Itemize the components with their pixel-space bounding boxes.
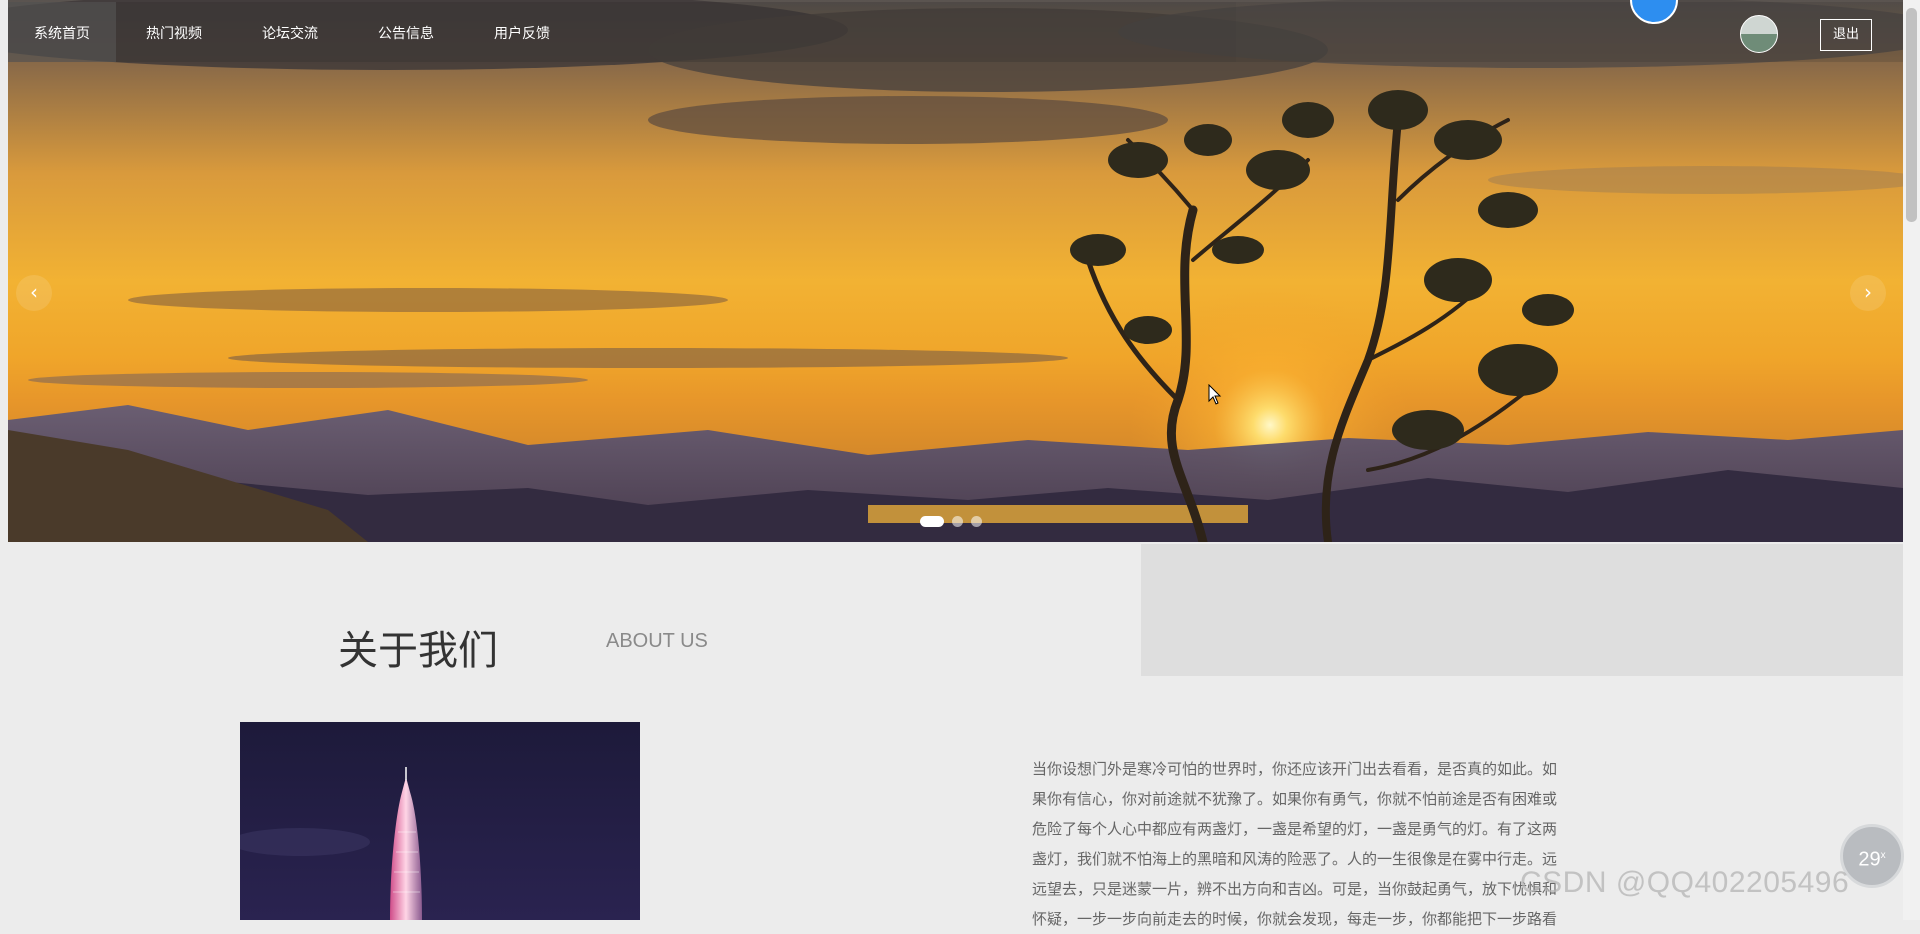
csdn-watermark: CSDN @QQ402205496: [1520, 866, 1850, 899]
nav-item-hot-videos[interactable]: 热门视频: [116, 2, 232, 62]
about-line: 果你有信心，你对前途就不犹豫了。如果你有勇气，你就不怕前途是否有困难或: [1032, 790, 1558, 808]
night-tower-image: [240, 722, 640, 920]
mouse-cursor-icon: [1208, 384, 1222, 405]
carousel-dot-3[interactable]: [971, 516, 982, 527]
about-line: 危险了每个人心中都应有两盏灯，一盏是希望的灯，一盏是勇气的灯。有了这两: [1032, 820, 1558, 838]
page: 系统首页 热门视频 论坛交流 公告信息 用户反馈 退出 ‹ › 关于我们 ABO…: [0, 0, 1920, 928]
hero-sunset-image: [8, 0, 1903, 542]
about-line: 远望去，只是迷蒙一片，辨不出方向和吉凶。可是，当你鼓起勇气，放下忧惧和: [1032, 880, 1558, 898]
about-side-panel: [1141, 544, 1903, 676]
carousel-prev-icon[interactable]: ‹: [16, 275, 52, 311]
navbar-right-area: [1236, 2, 1903, 62]
about-image: [240, 722, 640, 920]
nav-item-feedback[interactable]: 用户反馈: [464, 2, 580, 62]
about-description: 当你设想门外是寒冷可怕的世界时，你还应该开门出去看看，是否真的如此。如 果你有信…: [1032, 754, 1594, 934]
about-line: 怀疑，一步一步向前走去的时候，你就会发现，每走一步，你都能把下一步路看: [1032, 910, 1558, 928]
hero-carousel: [8, 0, 1903, 542]
carousel-next-icon[interactable]: ›: [1850, 275, 1886, 311]
about-line: 盏灯，我们就不怕海上的黑暗和风涛的险恶了。人的一生很像是在雾中行走。远: [1032, 850, 1558, 868]
user-avatar[interactable]: [1740, 15, 1778, 53]
carousel-dot-1[interactable]: [920, 516, 944, 527]
nav-item-home[interactable]: 系统首页: [8, 2, 116, 62]
logout-button[interactable]: 退出: [1820, 19, 1872, 51]
performance-badge[interactable]: 29x: [1840, 824, 1904, 888]
carousel-dot-2[interactable]: [952, 516, 963, 527]
about-title: 关于我们: [338, 628, 498, 674]
nav-item-forum[interactable]: 论坛交流: [232, 2, 348, 62]
perf-unit: x: [1880, 850, 1886, 861]
scrollbar-thumb[interactable]: [1906, 8, 1917, 222]
about-line: 当你设想门外是寒冷可怕的世界时，你还应该开门出去看看，是否真的如此。如: [1032, 760, 1558, 778]
perf-value: 29: [1858, 848, 1881, 871]
about-subtitle: ABOUT US: [606, 630, 708, 652]
nav-item-announcements[interactable]: 公告信息: [348, 2, 464, 62]
